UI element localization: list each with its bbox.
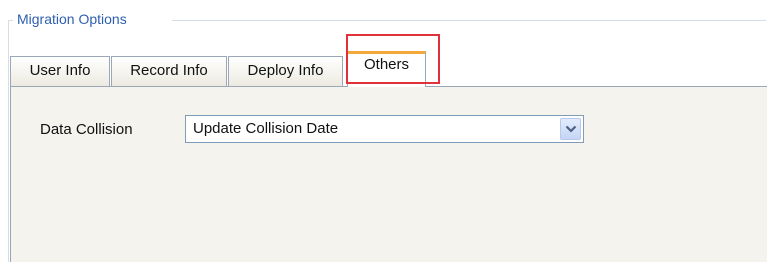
tab-others[interactable]: Others: [347, 51, 426, 87]
group-title: Migration Options: [17, 11, 127, 27]
group-border-top-right: [172, 20, 766, 21]
tab-record-info[interactable]: Record Info: [111, 56, 227, 86]
group-border-left: [8, 20, 9, 262]
data-collision-selected-value: Update Collision Date: [193, 120, 339, 137]
migration-options-window: Migration Options User Info Record Info …: [0, 0, 767, 262]
tab-deploy-info[interactable]: Deploy Info: [228, 56, 343, 86]
data-collision-label: Data Collision: [40, 121, 133, 138]
chevron-down-icon: [565, 125, 577, 133]
tab-user-info[interactable]: User Info: [10, 56, 110, 86]
data-collision-select[interactable]: Update Collision Date: [185, 115, 584, 143]
tab-others-label: Others: [363, 56, 409, 73]
tab-panel-others: [10, 86, 767, 262]
dropdown-button[interactable]: [560, 118, 581, 140]
